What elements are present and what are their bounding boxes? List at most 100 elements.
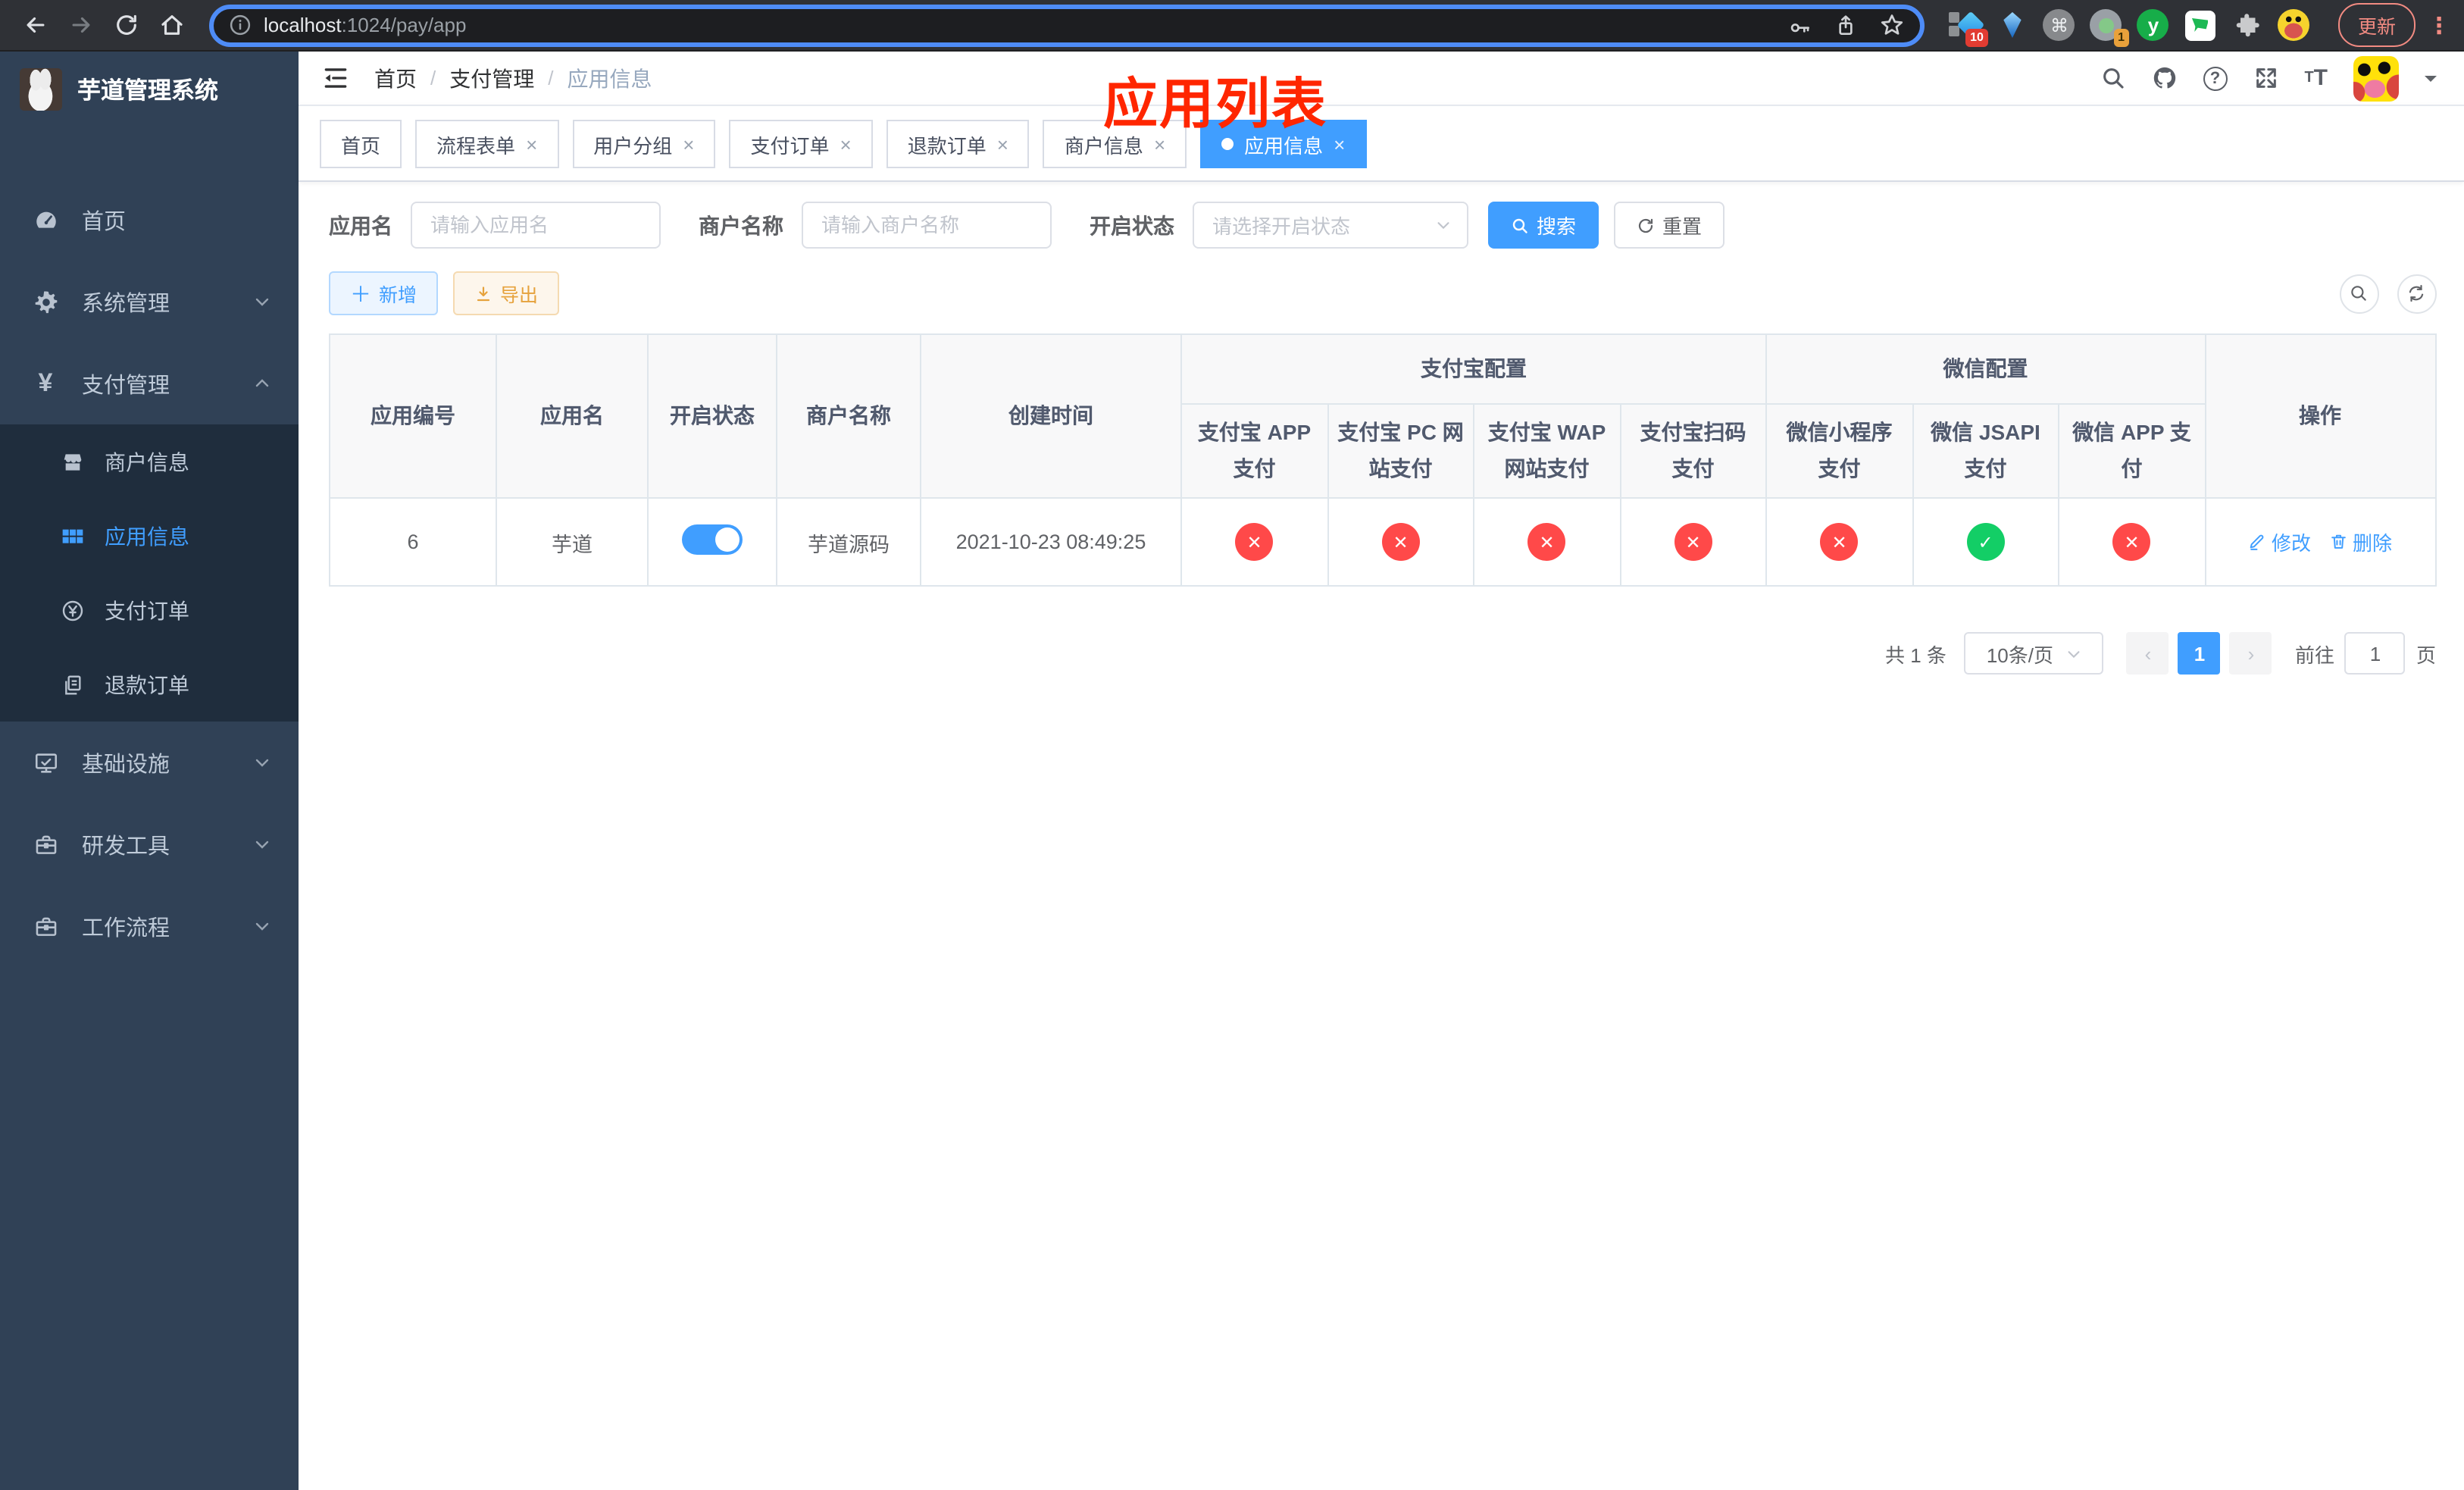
sidebar-logo[interactable]: 芋道管理系统 [0,52,299,127]
browser-forward-button[interactable] [61,5,100,45]
bookmark-star-icon[interactable] [1879,12,1905,38]
tab-close-icon[interactable]: × [840,134,852,154]
help-icon[interactable]: ? [2203,66,2228,90]
merchant-name-input[interactable] [802,202,1052,249]
table-toolbar: ＋ 新增 导出 [329,271,2436,315]
total-count: 共 1 条 [1885,643,1946,666]
sidebar-collapse-icon[interactable] [317,60,353,96]
extension-devtools-icon[interactable]: 10 [1948,8,1988,46]
tab-close-icon[interactable]: × [997,134,1008,154]
tab-4[interactable]: 退款订单 × [886,120,1030,168]
password-key-icon[interactable] [1788,13,1812,37]
sidebar-item-workflow[interactable]: 工作流程 [0,885,299,967]
cell-app-id: 6 [329,497,497,587]
breadcrumb-payment[interactable]: 支付管理 [449,63,534,93]
extension-gem-icon[interactable] [1996,8,2029,42]
sidebar-item-refund-order[interactable]: 退款订单 [0,647,299,722]
cell-status [647,497,777,587]
github-icon[interactable] [2151,65,2177,91]
add-button[interactable]: ＋ 新增 [329,271,439,315]
breadcrumb-home[interactable]: 首页 [374,63,417,93]
trash-icon [2331,535,2346,549]
annotation-app-list: 应用列表 [1103,73,1328,135]
page-size-select[interactable]: 10条/页 [1964,632,2104,675]
main-area: 首页 / 支付管理 / 应用信息 ? T T 首页 流程表单 × 用户分组 × … [299,52,2464,1490]
breadcrumb-current: 应用信息 [567,66,652,90]
header-search-icon[interactable] [2100,65,2125,91]
extension-chat-icon[interactable] [2184,8,2217,42]
search-icon [2351,286,2366,301]
yen-circle-icon [61,598,85,622]
extension-badge: 1 [2113,28,2129,46]
breadcrumb-separator: / [548,67,554,89]
prev-page-button[interactable]: ‹ [2126,632,2169,675]
tab-close-icon[interactable]: × [526,134,537,154]
sidebar-item-infrastructure[interactable]: 基础设施 [0,722,299,803]
user-avatar[interactable] [2353,55,2399,101]
sidebar-item-system[interactable]: 系统管理 [0,261,299,343]
tab-3[interactable]: 支付订单 × [729,120,873,168]
goto-page-input[interactable] [2344,632,2406,675]
extension-badge: 10 [1965,28,1988,46]
font-size-icon[interactable]: TT [2304,65,2328,91]
profile-emoji-avatar[interactable] [2278,8,2311,42]
show-search-button[interactable] [2339,274,2378,313]
reset-button[interactable]: 重置 [1614,202,1725,249]
col-app-name: 应用名 [496,333,649,499]
tab-2[interactable]: 用户分组 × [572,120,716,168]
col-actions: 操作 [2204,333,2436,499]
sidebar-item-label: 支付订单 [105,598,189,622]
enabled-toggle[interactable] [682,524,743,555]
refresh-table-button[interactable] [2397,274,2436,313]
avatar-caret-icon[interactable] [2425,75,2437,87]
sidebar-item-home[interactable]: 首页 [0,179,299,261]
cell-wechat-mini-status: ✕ [1765,497,1913,587]
url-text: localhost:1024/pay/app [264,14,467,36]
tab-0[interactable]: 首页 [320,120,402,168]
tab-close-icon[interactable]: × [1334,134,1345,154]
extensions-puzzle-icon[interactable] [2231,8,2264,42]
next-page-button[interactable]: › [2229,632,2272,675]
sidebar-item-merchant-info[interactable]: 商户信息 [0,424,299,499]
sidebar-item-label: 研发工具 [82,834,170,859]
app-name-input[interactable] [411,202,661,249]
fullscreen-icon[interactable] [2253,65,2278,91]
site-info-icon[interactable] [229,14,252,36]
cell-actions: 修改 删除 [2204,497,2436,587]
shop-icon [61,449,85,474]
tab-1[interactable]: 流程表单 × [415,120,559,168]
col-status: 开启状态 [647,333,777,499]
share-icon[interactable] [1834,13,1858,37]
browser-menu-icon[interactable]: ⋮ [2428,11,2450,39]
cell-merchant: 芋道源码 [776,497,921,587]
sidebar-item-label: 商户信息 [105,449,189,474]
logo-rabbit-avatar [20,68,62,111]
col-alipay-pc: 支付宝 PC 网站支付 [1327,403,1474,499]
sidebar-item-payment[interactable]: ¥ 支付管理 [0,343,299,424]
browser-reload-button[interactable] [106,5,145,45]
sidebar-item-dev-tools[interactable]: 研发工具 [0,803,299,885]
url-bar[interactable]: localhost:1024/pay/app [209,4,1925,46]
delete-link[interactable]: 删除 [2329,527,2392,556]
extension-y-icon[interactable]: y [2137,8,2170,42]
sidebar-item-label: 支付管理 [82,374,170,398]
edit-link[interactable]: 修改 [2248,527,2311,556]
sidebar-item-pay-order[interactable]: 支付订单 [0,573,299,647]
sidebar: 芋道管理系统 首页 系统管理 ¥ 支付管理 商户信息 应用信息 支付订单 退款订… [0,52,299,1490]
browser-back-button[interactable] [15,5,55,45]
status-select[interactable]: 请选择开启状态 [1193,202,1468,249]
app-table: 应用编号 应用名 开启状态 商户名称 创建时间 支付宝配置 微信配置 操作 支付… [329,333,2436,587]
extension-command-icon[interactable]: ⌘ [2043,8,2076,42]
browser-home-button[interactable] [152,5,191,45]
tab-close-icon[interactable]: × [683,134,694,154]
pagination: 共 1 条 10条/页 ‹ 1 › 前往 页 [329,632,2436,675]
browser-update-button[interactable]: 更新 [2337,3,2416,47]
status-select-placeholder: 请选择开启状态 [1212,215,1351,238]
sidebar-item-app-info[interactable]: 应用信息 [0,499,299,573]
gear-icon [32,288,59,315]
page-number-1[interactable]: 1 [2178,632,2221,675]
search-button[interactable]: 搜索 [1488,202,1599,249]
extension-recorder-icon[interactable]: 1 [2090,8,2129,46]
export-button[interactable]: 导出 [453,271,560,315]
pen-icon [2250,535,2265,551]
